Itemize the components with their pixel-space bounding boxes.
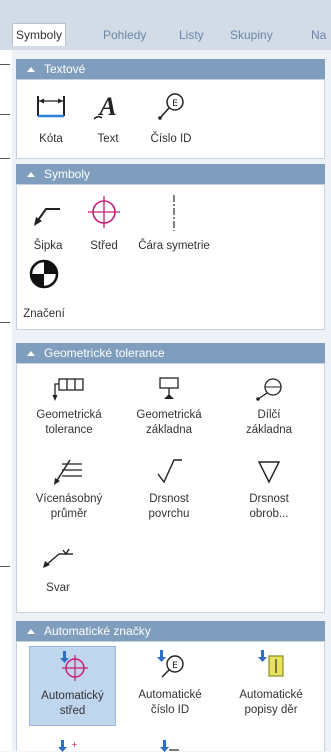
group-title-geometricke: Geometrické tolerance <box>44 346 165 360</box>
cislo-id-button[interactable]: E Číslo ID <box>136 84 206 150</box>
group-header-geometricke-tolerance[interactable]: Geometrické tolerance <box>16 343 325 363</box>
svg-text:+: + <box>71 740 78 749</box>
cara-symetrie-label: Čára symetrie <box>138 240 210 252</box>
group-header-automaticke-znacky[interactable]: Automatické značky <box>16 621 325 641</box>
automaticke-cislo-id-label-2: číslo ID <box>150 704 190 716</box>
automaticky-stred-label-2: střed <box>59 705 86 717</box>
collapse-arrow-icon <box>27 67 35 72</box>
automaticky-stred-button[interactable]: Automatický střed <box>29 646 116 726</box>
feature-control-frame-icon <box>52 378 84 401</box>
tab-skupiny[interactable]: Skupiny <box>230 24 273 46</box>
collapse-arrow-icon <box>27 351 35 356</box>
symmetry-line-icon <box>173 195 175 231</box>
group-title-symboly: Symboly <box>44 167 91 181</box>
datum-target-icon <box>256 378 282 401</box>
svg-text:E: E <box>172 99 178 109</box>
drsnost-obrob-label-1: Drsnost <box>249 493 289 505</box>
stred-button[interactable]: Střed <box>76 189 132 253</box>
marking-icon <box>29 259 59 289</box>
automaticke-popisy-der-label-1: Automatické <box>239 689 303 701</box>
kota-label: Kóta <box>39 133 63 145</box>
group-body-geometricke-tolerance: Geometrická tolerance Geometrická základ… <box>16 363 325 613</box>
group-body-textove: Kóta A Text E Číslo ID <box>16 79 325 159</box>
geometricka-zakladna-button[interactable]: Geometrická základna <box>119 368 219 448</box>
drsnost-obrob-button[interactable]: Drsnost obrob... <box>219 452 319 532</box>
kota-button[interactable]: Kóta <box>22 84 80 150</box>
dilci-zakladna-label-2: základna <box>245 424 293 436</box>
multiple-diameter-icon <box>54 459 82 485</box>
group-title-automaticke: Automatické značky <box>44 624 151 638</box>
auto-tool-partial-2[interactable] <box>149 738 189 752</box>
geometricka-zakladna-label-1: Geometrická <box>136 409 202 421</box>
geometricka-tolerance-label-1: Geometrická <box>36 409 102 421</box>
tab-listy[interactable]: Listy <box>179 24 204 46</box>
svar-button[interactable]: Svar <box>29 536 87 602</box>
arrow-leader-icon <box>34 208 60 226</box>
tab-na-truncated[interactable]: Na <box>311 24 326 46</box>
dimension-icon <box>37 96 65 118</box>
sipka-label: Šipka <box>33 240 63 252</box>
machining-roughness-icon <box>257 461 281 484</box>
automaticky-stred-label-1: Automatický <box>41 690 104 702</box>
dilci-zakladna-label-1: Dílčí <box>257 409 281 421</box>
surface-roughness-icon <box>157 459 182 484</box>
drsnost-obrob-label-2: obrob... <box>249 508 289 520</box>
group-header-symboly[interactable]: Symboly <box>16 164 325 184</box>
group-body-automaticke-znacky: Automatický střed E Automatické číslo ID… <box>16 641 325 752</box>
auto-tool-partial-icon: + <box>58 740 78 752</box>
geometricka-tolerance-label-2: tolerance <box>45 424 93 436</box>
text-icon: A <box>93 92 117 121</box>
tab-pohledy[interactable]: Pohledy <box>103 24 146 46</box>
datum-feature-icon <box>159 377 179 399</box>
stred-label: Střed <box>90 240 118 252</box>
cislo-id-label: Číslo ID <box>150 133 192 145</box>
sipka-button[interactable]: Šipka <box>22 189 74 253</box>
text-label: Text <box>97 133 119 145</box>
group-header-textove[interactable]: Textové <box>16 59 325 79</box>
vicenasobny-prumer-label-2: průměr <box>50 508 88 520</box>
vicenasobny-prumer-label-1: Vícenásobný <box>35 493 103 505</box>
tab-symboly[interactable]: Symboly <box>12 23 67 46</box>
drsnost-povrchu-label-2: povrchu <box>148 508 190 520</box>
dilci-zakladna-button[interactable]: Dílčí základna <box>219 368 319 448</box>
automaticke-cislo-id-button[interactable]: E Automatické číslo ID <box>121 646 219 726</box>
weld-symbol-icon <box>43 548 73 568</box>
left-canvas-edge <box>0 50 12 751</box>
auto-balloon-icon: E <box>157 650 184 678</box>
ribbon-tab-bar: Symboly Pohledy Listy Skupiny Na <box>0 0 331 51</box>
svar-label: Svar <box>46 582 70 594</box>
group-body-symboly: Šipka Střed Čára symetrie Značení <box>16 184 325 330</box>
group-title-textove: Textové <box>44 62 86 76</box>
svg-text:E: E <box>172 661 178 671</box>
text-button[interactable]: A Text <box>80 84 136 150</box>
collapse-arrow-icon <box>27 172 35 177</box>
auto-tool-partial-1[interactable]: + <box>47 738 87 752</box>
geometricka-tolerance-button[interactable]: Geometrická tolerance <box>19 368 119 448</box>
znaceni-button[interactable]: Značení <box>19 255 69 321</box>
center-mark-icon <box>88 196 120 228</box>
automaticke-popisy-der-label-2: popisy děr <box>244 704 298 716</box>
drsnost-povrchu-label-1: Drsnost <box>149 493 189 505</box>
collapse-arrow-icon <box>27 629 35 634</box>
znaceni-label: Značení <box>23 308 65 320</box>
automaticke-popisy-der-button[interactable]: Automatické popisy děr <box>221 646 321 726</box>
balloon-id-icon: E <box>158 93 184 120</box>
vicenasobny-prumer-button[interactable]: Vícenásobný průměr <box>19 452 119 532</box>
automaticke-cislo-id-label-1: Automatické <box>138 689 202 701</box>
auto-hole-callout-icon <box>258 650 284 677</box>
cara-symetrie-button[interactable]: Čára symetrie <box>132 189 216 253</box>
geometricka-zakladna-label-2: základna <box>145 424 193 436</box>
drsnost-povrchu-button[interactable]: Drsnost povrchu <box>119 452 219 532</box>
auto-center-mark-icon <box>59 651 88 681</box>
auto-tool-partial-icon <box>160 740 179 752</box>
